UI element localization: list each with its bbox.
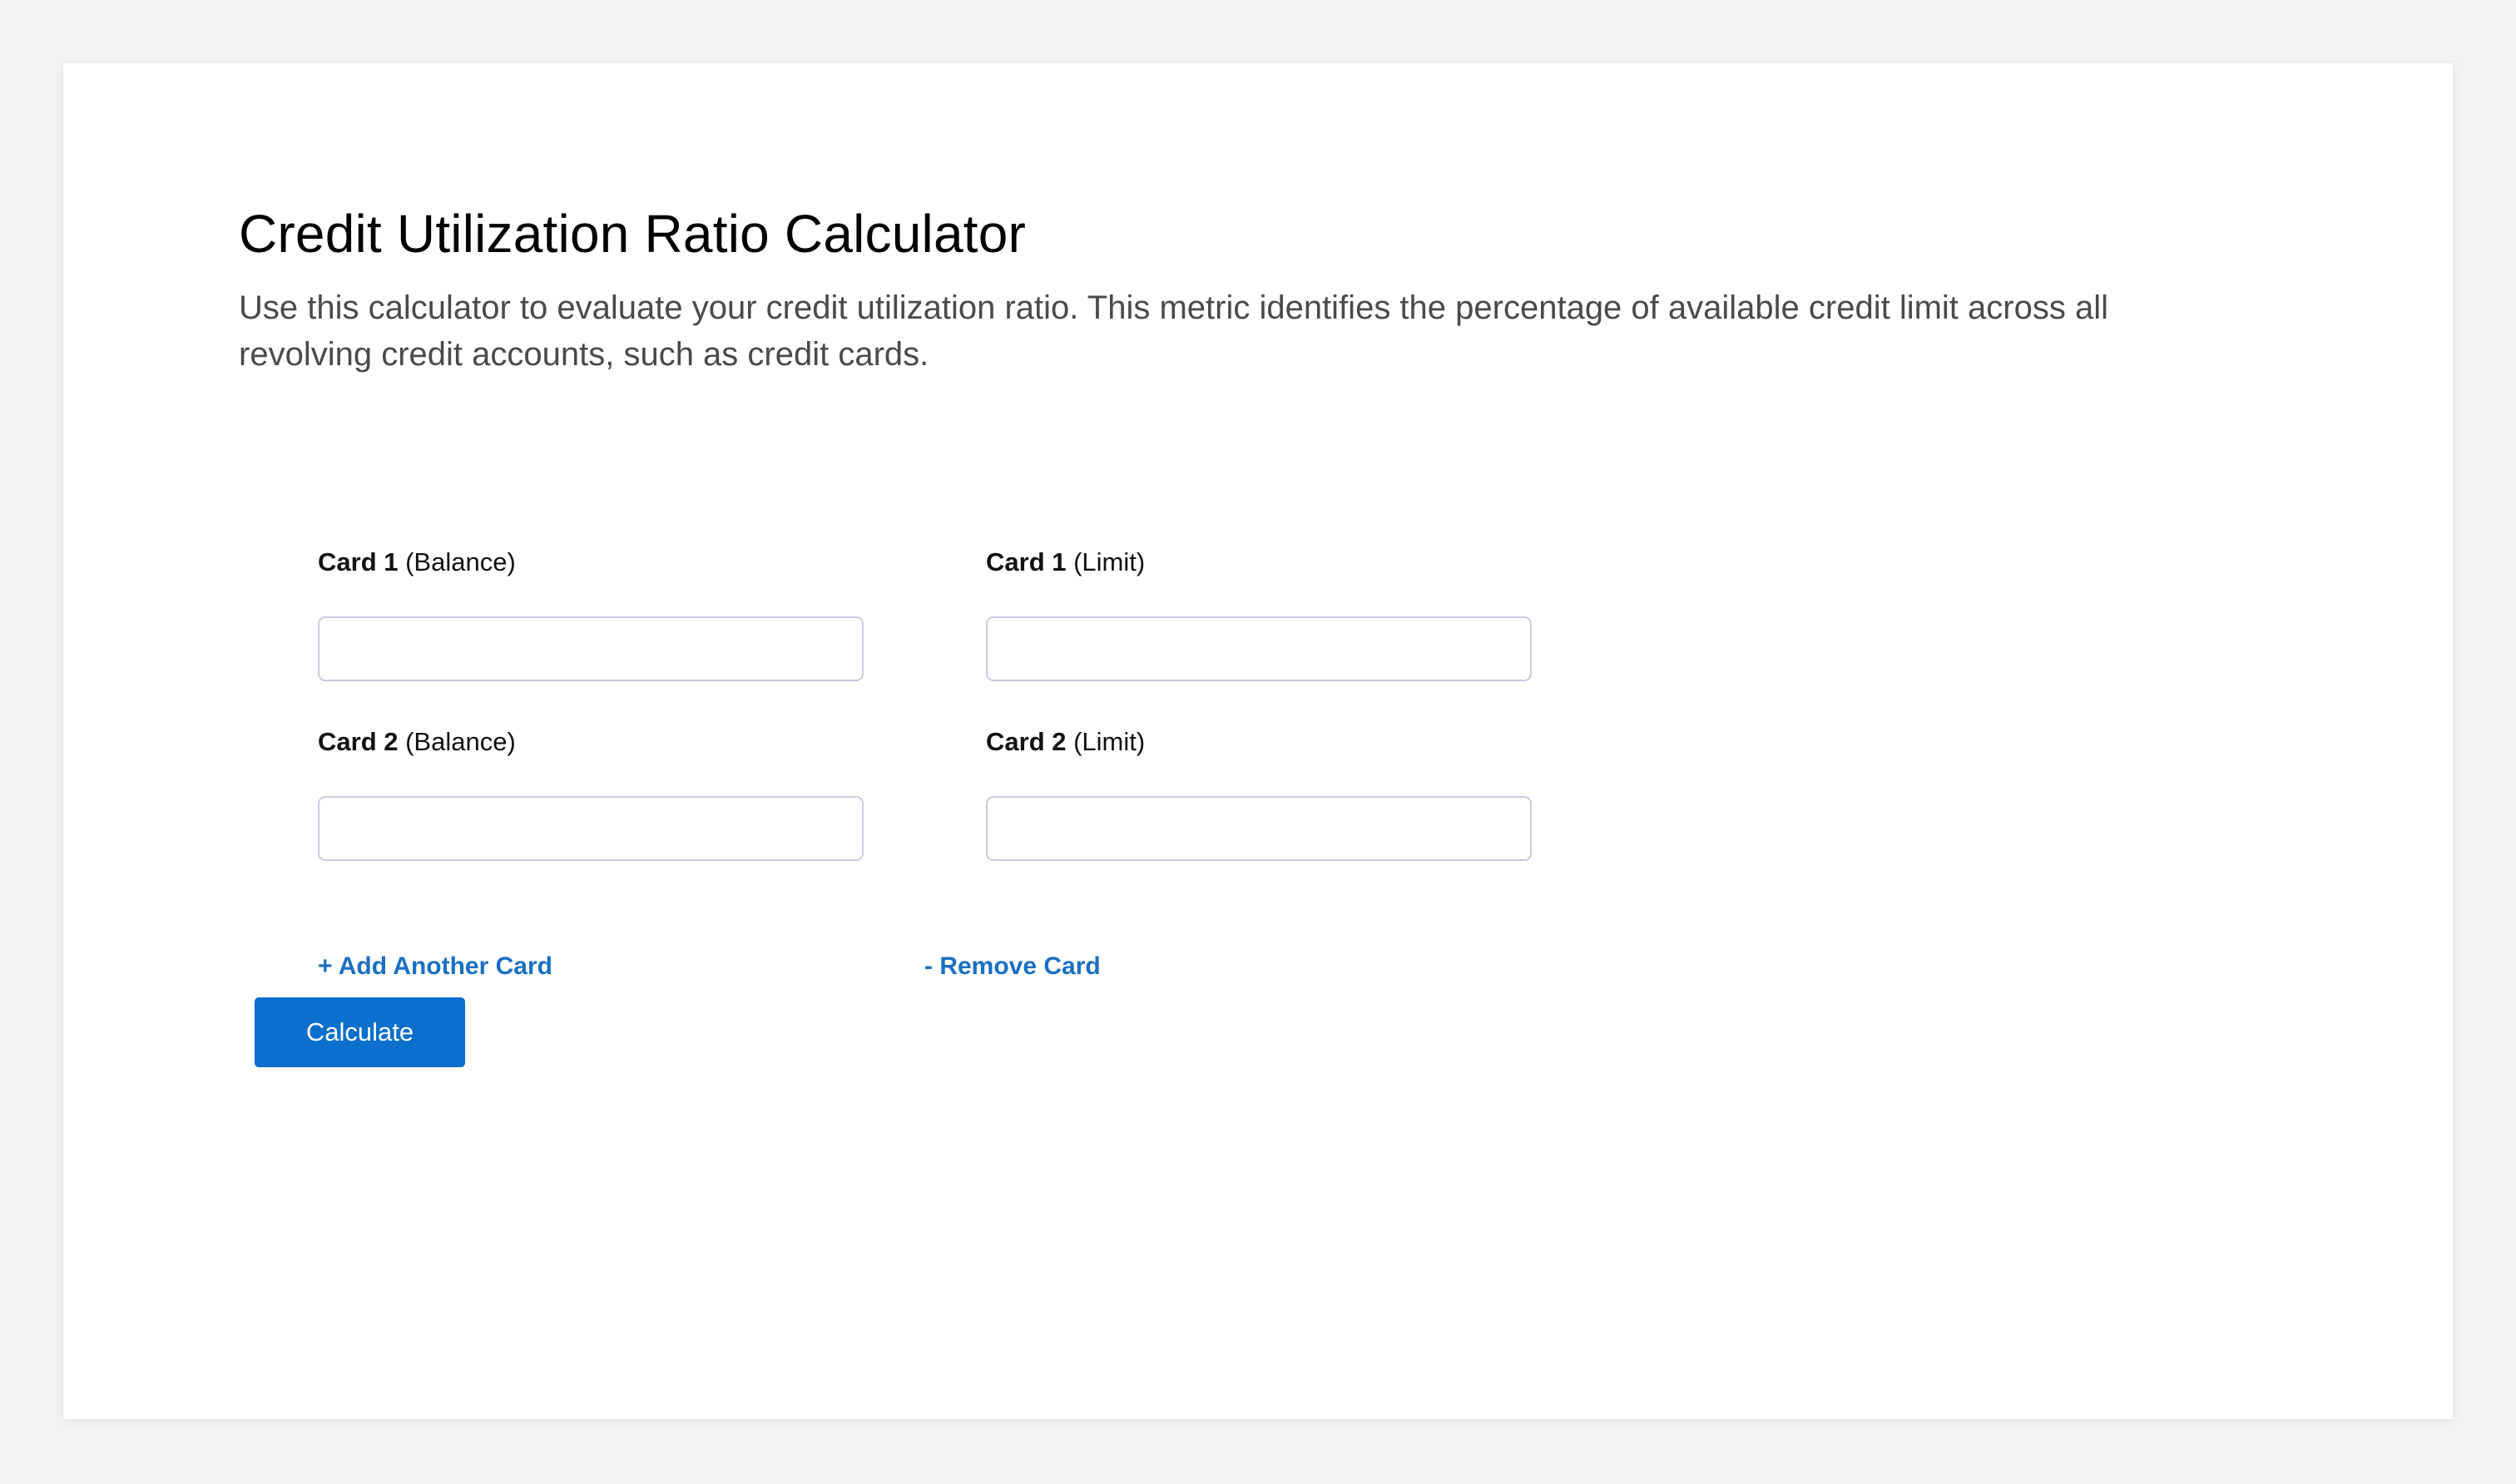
card-2-limit-label-bold: Card 2 — [986, 727, 1067, 756]
card-1-balance-input[interactable] — [318, 616, 864, 681]
card-2-balance-label: Card 2 (Balance) — [318, 727, 516, 757]
page-title: Credit Utilization Ratio Calculator — [239, 204, 1027, 264]
add-another-card-link[interactable]: + Add Another Card — [318, 952, 552, 981]
card-2-limit-label-rest: (Limit) — [1073, 727, 1146, 756]
card-1-limit-label-rest: (Limit) — [1073, 547, 1146, 576]
card-1-limit-label-bold: Card 1 — [986, 547, 1067, 576]
page-description: Use this calculator to evaluate your cre… — [239, 289, 2108, 373]
card-2-balance-label-rest: (Balance) — [405, 727, 516, 756]
card-1-limit-label: Card 1 (Limit) — [986, 547, 1145, 577]
card-1-limit-input[interactable] — [986, 616, 1532, 681]
card-2-balance-input[interactable] — [318, 796, 864, 861]
card-2-limit-input[interactable] — [986, 796, 1532, 861]
card-1-balance-label-bold: Card 1 — [318, 547, 399, 576]
card-2-balance-label-bold: Card 2 — [318, 727, 399, 756]
card-1-balance-label-rest: (Balance) — [405, 547, 516, 576]
card-1-balance-label: Card 1 (Balance) — [318, 547, 516, 577]
card-2-limit-label: Card 2 (Limit) — [986, 727, 1145, 757]
remove-card-link[interactable]: - Remove Card — [924, 952, 1101, 981]
calculate-button[interactable]: Calculate — [255, 997, 465, 1067]
